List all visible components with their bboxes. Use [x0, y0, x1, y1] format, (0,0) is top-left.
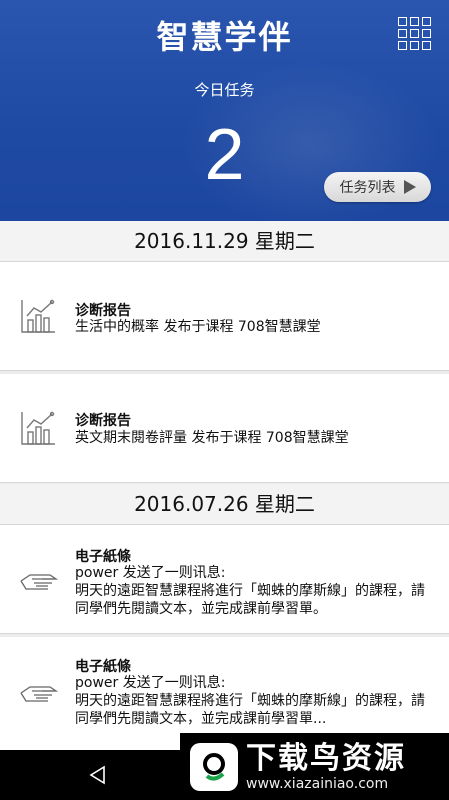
play-arrow-icon: [403, 180, 416, 194]
grid-menu-icon[interactable]: [398, 17, 432, 51]
task-list-button[interactable]: 任务列表: [324, 172, 431, 202]
list-item[interactable]: 诊断报告 英文期末閱卷評量 发布于课程 708智慧課堂: [0, 374, 449, 483]
item-description: power 发送了一则讯息: 明天的遠距智慧課程將進行「蜘蛛的摩斯線」的課程，請…: [75, 565, 425, 617]
bar-chart-icon: [21, 299, 55, 333]
watermark-banner: 下载鸟资源 www.xiazainiao.com: [180, 733, 449, 800]
item-title: 诊断报告: [75, 303, 131, 319]
bar-chart-icon: [21, 411, 55, 445]
watermark-title: 下载鸟资源: [246, 740, 406, 776]
header: 智慧学伴 今日任务 2 任务列表: [0, 0, 449, 221]
item-title: 电子紙條: [75, 659, 131, 675]
watermark-url: www.xiazainiao.com: [246, 775, 389, 792]
hand-note-icon: [20, 574, 58, 590]
item-description: 英文期末閱卷評量 发布于课程 708智慧課堂: [75, 430, 349, 446]
item-description: 生活中的概率 发布于课程 708智慧課堂: [75, 319, 321, 335]
task-list-button-label: 任务列表: [339, 180, 396, 196]
date-header: 2016.07.26 星期二: [0, 484, 449, 525]
back-triangle-icon[interactable]: [88, 765, 108, 785]
item-description: power 发送了一则讯息: 明天的遠距智慧課程將進行「蜘蛛的摩斯線」的課程，請…: [75, 675, 425, 727]
list-item[interactable]: 电子紙條 power 发送了一则讯息: 明天的遠距智慧課程將進行「蜘蛛的摩斯線」…: [0, 525, 449, 634]
app-title: 智慧学伴: [156, 18, 293, 56]
today-task-label: 今日任务: [194, 81, 255, 99]
date-header: 2016.11.29 星期二: [0, 221, 449, 262]
watermark-logo-icon: [190, 742, 238, 791]
hand-note-icon: [20, 686, 58, 702]
list-item[interactable]: 诊断报告 生活中的概率 发布于课程 708智慧課堂: [0, 262, 449, 371]
item-title: 诊断报告: [75, 413, 131, 429]
item-title: 电子紙條: [75, 549, 131, 565]
